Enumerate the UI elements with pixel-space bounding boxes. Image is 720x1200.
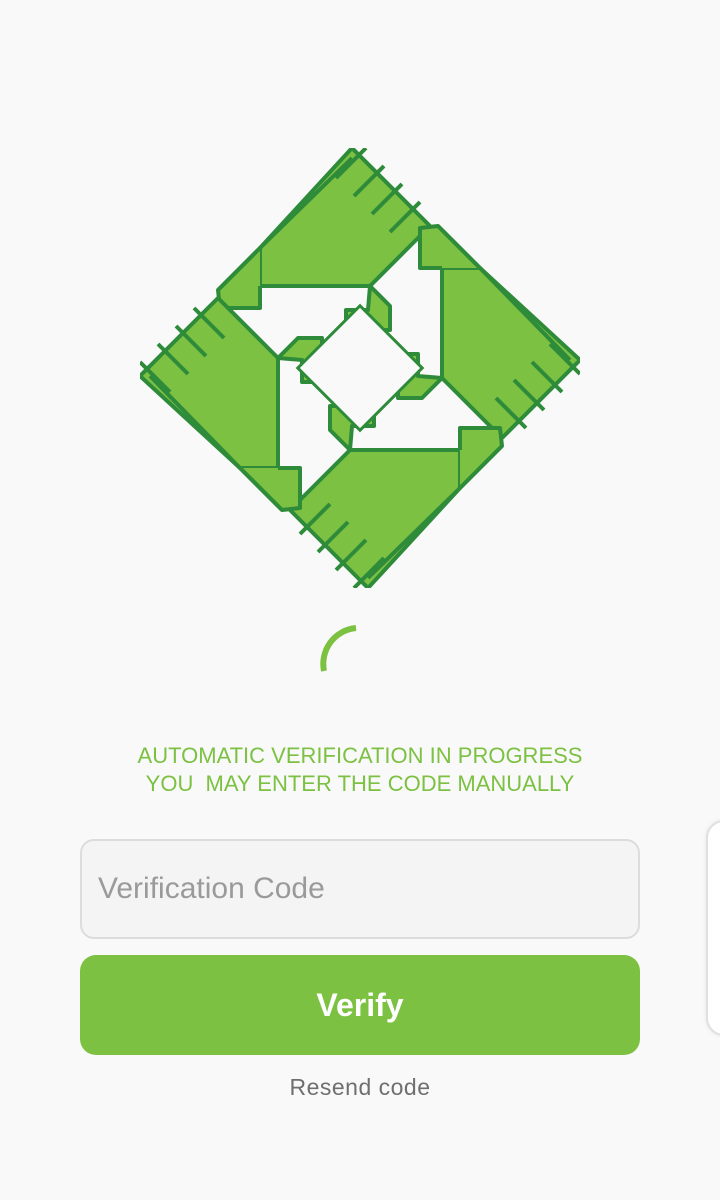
resend-code-link[interactable]: Resend code <box>0 1074 720 1101</box>
loading-spinner-icon <box>320 625 357 672</box>
verification-code-input[interactable] <box>80 839 640 939</box>
four-hands-logo-icon <box>140 148 580 588</box>
status-line-1: AUTOMATIC VERIFICATION IN PROGRESS <box>137 743 583 768</box>
verify-button[interactable]: Verify <box>80 955 640 1055</box>
status-line-2: YOU MAY ENTER THE CODE MANUALLY <box>145 771 575 796</box>
verification-status-message: AUTOMATIC VERIFICATION IN PROGRESS YOU M… <box>0 742 720 798</box>
edge-overlay-card[interactable] <box>706 820 720 1036</box>
verification-screen: AUTOMATIC VERIFICATION IN PROGRESS YOU M… <box>0 0 720 1200</box>
